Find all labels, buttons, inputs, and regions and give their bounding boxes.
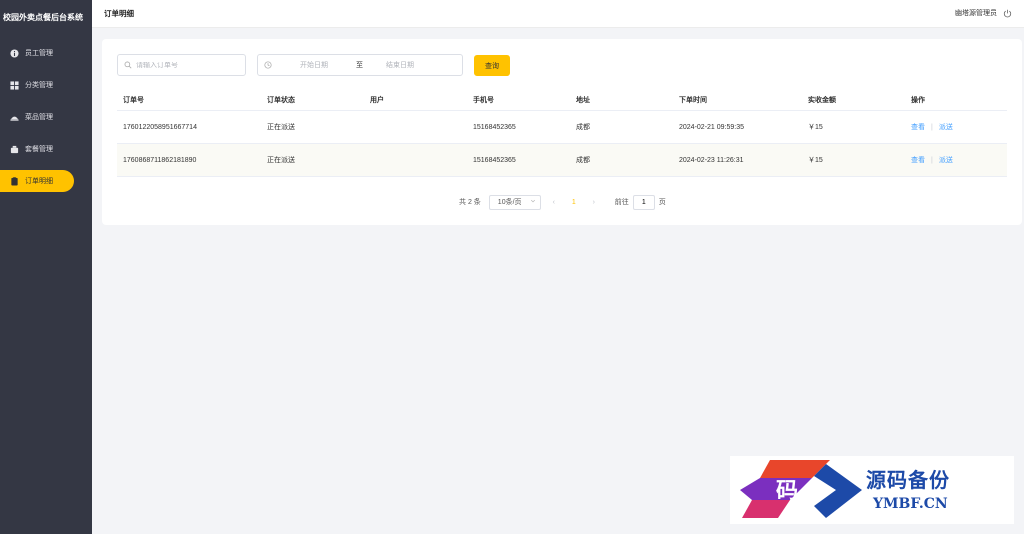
column-header: 订单号 xyxy=(123,96,144,104)
order-time: 2024-02-21 09:59:35 xyxy=(679,123,744,131)
order-amount: ￥15 xyxy=(808,157,823,164)
column-header: 订单状态 xyxy=(267,96,295,104)
column-header: 下单时间 xyxy=(679,96,707,104)
clock-icon xyxy=(264,61,272,69)
goto-page-input[interactable] xyxy=(632,194,655,210)
page-number[interactable]: 1 xyxy=(567,199,581,206)
column-header: 用户 xyxy=(370,96,384,104)
column-header: 操作 xyxy=(911,96,925,104)
dispatch-link[interactable]: 派送 xyxy=(939,124,953,131)
grid-icon xyxy=(10,80,19,90)
order-status: 正在派送 xyxy=(267,124,295,131)
order-address: 成都 xyxy=(576,157,590,164)
orders-table: 订单号 订单状态 用户 手机号 地址 下单时间 实收金额 操作 17601220… xyxy=(117,89,1007,177)
sidebar-item-dishes[interactable]: 菜品管理 xyxy=(0,106,74,128)
page-size-select[interactable]: 10条/页 xyxy=(488,194,541,210)
top-header: 订单明细 幽塔源管理员 xyxy=(92,0,1024,28)
view-link[interactable]: 查看 xyxy=(911,157,925,164)
sidebar-item-orders[interactable]: 订单明细 xyxy=(0,170,74,192)
table-header: 订单号 订单状态 用户 手机号 地址 下单时间 实收金额 操作 xyxy=(117,89,1007,111)
sidebar-item-label: 菜品管理 xyxy=(25,114,53,121)
sidebar-item-label: 订单明细 xyxy=(25,178,53,185)
order-number: 1760868711862181890 xyxy=(123,156,197,164)
page-size-value: 10条/页 xyxy=(497,199,522,206)
sidebar-item-label: 分类管理 xyxy=(25,82,53,89)
order-number-input[interactable] xyxy=(136,61,236,69)
column-header: 地址 xyxy=(576,96,590,104)
order-icon xyxy=(10,176,19,186)
app-title: 校园外卖点餐后台系统 xyxy=(3,13,83,22)
order-phone: 15168452365 xyxy=(473,156,516,164)
search-icon xyxy=(124,61,132,69)
order-number: 1760122058951667714 xyxy=(123,123,197,131)
date-range-picker[interactable]: 开始日期 至 结束日期 xyxy=(257,54,463,76)
order-panel: 开始日期 至 结束日期 查询 订单号 订单状态 用户 手机号 地址 下单时间 实… xyxy=(102,39,1022,225)
order-address: 成都 xyxy=(576,124,590,131)
table-row: 1760122058951667714 正在派送 15168452365 成都 … xyxy=(117,111,1007,144)
user-area: 幽塔源管理员 xyxy=(955,0,1012,27)
power-icon[interactable] xyxy=(1003,9,1012,18)
chevron-down-icon xyxy=(530,198,536,206)
column-header: 实收金额 xyxy=(808,96,836,104)
order-phone: 15168452365 xyxy=(473,123,516,131)
goto-label: 前往 xyxy=(614,199,629,206)
sidebar-nav: 员工管理 分类管理 菜品管理 套餐管理 订单明细 xyxy=(0,42,92,192)
user-name[interactable]: 幽塔源管理员 xyxy=(955,0,997,27)
dish-icon xyxy=(10,113,19,122)
order-amount: ￥15 xyxy=(808,124,823,131)
view-link[interactable]: 查看 xyxy=(911,124,925,131)
row-actions: 查看 | 派送 xyxy=(905,155,1007,165)
sidebar: 校园外卖点餐后台系统 员工管理 分类管理 菜品管理 套餐管理 订单明细 xyxy=(0,0,92,534)
end-date-field[interactable]: 结束日期 xyxy=(386,60,414,70)
info-circle-icon xyxy=(10,48,19,58)
start-date-field[interactable]: 开始日期 xyxy=(300,60,350,70)
column-header: 手机号 xyxy=(473,96,494,104)
watermark-banner: 码 源码备份 YMBF.CN xyxy=(730,456,1014,524)
page-title: 订单明细 xyxy=(104,9,134,18)
total-count: 共 2 条 xyxy=(459,199,481,206)
next-page-icon[interactable]: › xyxy=(587,199,601,206)
dispatch-link[interactable]: 派送 xyxy=(939,157,953,164)
sidebar-item-categories[interactable]: 分类管理 xyxy=(0,74,74,96)
order-status: 正在派送 xyxy=(267,157,295,164)
prev-page-icon[interactable]: ‹ xyxy=(547,199,561,206)
order-time: 2024-02-23 11:26:31 xyxy=(679,156,744,164)
sidebar-item-label: 员工管理 xyxy=(25,50,53,57)
watermark-logo: 码 xyxy=(740,460,862,518)
pagination: 共 2 条 10条/页 ‹ 1 › 前往 页 xyxy=(459,194,666,210)
order-number-search[interactable] xyxy=(117,54,246,76)
sidebar-item-label: 套餐管理 xyxy=(25,146,53,153)
sidebar-item-employees[interactable]: 员工管理 xyxy=(0,42,74,64)
watermark-logo-char: 码 xyxy=(776,478,798,504)
action-divider: | xyxy=(931,157,933,164)
watermark-name: 源码备份 xyxy=(866,468,950,492)
watermark-domain: YMBF.CN xyxy=(873,496,948,512)
row-actions: 查看 | 派送 xyxy=(905,122,1007,132)
combo-icon xyxy=(10,145,19,154)
action-divider: | xyxy=(931,124,933,131)
date-separator: 至 xyxy=(356,62,363,69)
query-button[interactable]: 查询 xyxy=(474,55,510,76)
goto-suffix: 页 xyxy=(658,199,666,206)
sidebar-item-combos[interactable]: 套餐管理 xyxy=(0,138,74,160)
table-row: 1760868711862181890 正在派送 15168452365 成都 … xyxy=(117,144,1007,177)
